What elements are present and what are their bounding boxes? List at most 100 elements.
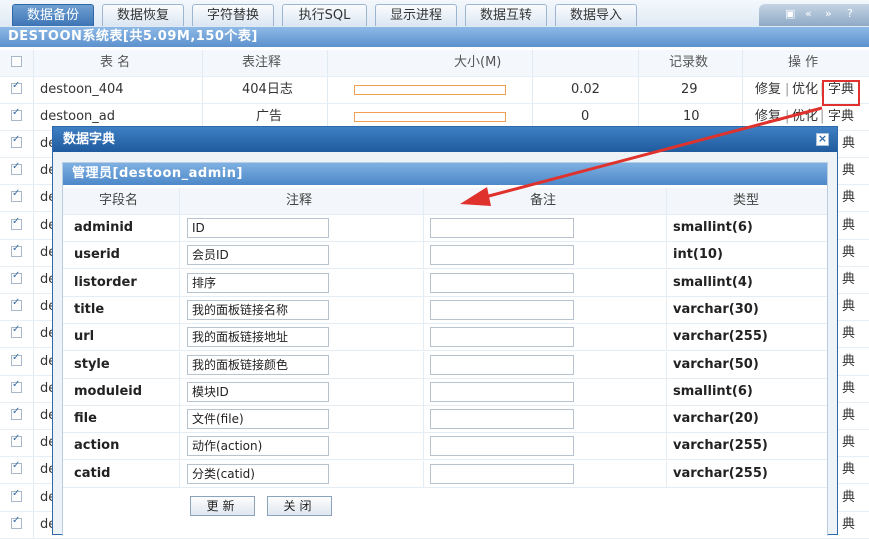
row-checkbox[interactable] [11,107,22,121]
row-checkbox[interactable] [11,243,22,257]
field-type: smallint(6) [673,220,753,235]
tab-execute-sql[interactable]: 执行SQL [282,4,367,26]
repair-link[interactable]: 修复 [755,77,781,103]
comment-input[interactable]: 我的面板链接地址 [187,327,329,348]
field-type: smallint(6) [673,383,753,399]
tables-header-row: 表 名 表注释 大小(M) 记录数 操 作 [0,50,869,77]
row-checkbox[interactable] [11,188,22,203]
dict-link[interactable]: 典 [842,512,855,538]
row-checkbox[interactable] [11,270,22,284]
field-name: title [74,301,105,317]
col-field-name: 字段名 [99,193,139,208]
col-records: 记录数 [669,55,709,70]
dict-link[interactable]: 典 [842,457,855,483]
dict-link[interactable]: 典 [842,131,855,157]
dict-link[interactable]: 典 [842,267,855,293]
row-checkbox[interactable] [11,297,22,312]
note-input[interactable] [430,218,574,238]
note-input[interactable] [430,245,574,266]
table-comment: 404日志 [242,82,293,97]
row-checkbox[interactable] [11,460,22,475]
update-button[interactable]: 更新 [190,496,255,516]
tab-bar: 数据备份 数据恢复 字符替换 执行SQL 显示进程 数据互转 数据导入 ▣ « … [0,0,869,28]
comment-input[interactable]: 排序 [187,272,329,293]
field-row: moduleid 模块ID smallint(6) [63,378,827,406]
comment-input[interactable]: 我的面板链接名称 [187,299,329,320]
row-checkbox[interactable] [11,406,22,420]
tab-show-process[interactable]: 显示进程 [375,4,457,26]
row-checkbox[interactable] [11,515,22,529]
dictionary-table-title: 管理员[destoon_admin] [63,163,827,185]
tab-string-replace[interactable]: 字符替换 [192,4,274,26]
comment-input[interactable]: 分类(catid) [187,463,329,484]
row-checkbox[interactable] [11,324,22,339]
dict-link[interactable]: 典 [842,349,855,375]
col-comment: 注释 [286,193,313,208]
note-input[interactable] [430,299,574,320]
dict-link[interactable]: 典 [842,185,855,211]
dict-link[interactable]: 典 [842,294,855,320]
field-type: varchar(255) [673,329,768,345]
dict-link[interactable]: 典 [842,485,855,511]
dict-link[interactable]: 典 [842,403,855,429]
dict-link[interactable]: 典 [842,321,855,347]
dict-link[interactable]: 典 [842,430,855,456]
comment-input[interactable]: 动作(action) [187,436,329,457]
field-row: adminid ID smallint(6) [63,215,827,242]
field-row: catid 分类(catid) varchar(255) [63,460,827,488]
tab-data-import[interactable]: 数据导入 [555,4,637,26]
note-input[interactable] [430,463,574,484]
comment-input[interactable]: 文件(file) [187,409,329,430]
field-row: url 我的面板链接地址 varchar(255) [63,324,827,352]
dict-link[interactable]: 典 [842,240,855,266]
row-checkbox[interactable] [11,80,22,94]
help-icon[interactable]: ? [847,7,853,20]
col-table-name: 表 名 [100,55,131,70]
row-checkbox[interactable] [11,216,22,230]
optimize-link[interactable]: 优化 [792,77,818,103]
comment-input[interactable]: 模块ID [187,381,329,402]
close-button[interactable]: 关闭 [267,496,332,516]
fields-header-row: 字段名 注释 备注 类型 [63,188,827,215]
note-input[interactable] [430,409,574,430]
dictionary-panel: 管理员[destoon_admin] 字段名 注释 备注 类型 adminid I… [62,162,828,536]
pin-icon[interactable]: ▣ [785,7,795,20]
dict-link[interactable]: 典 [842,376,855,402]
field-row: title 我的面板链接名称 varchar(30) [63,296,827,324]
select-all-checkbox[interactable] [11,56,22,67]
comment-input[interactable]: 会员ID [187,245,329,266]
col-operations: 操 作 [788,55,819,70]
field-name: adminid [74,220,134,235]
close-icon[interactable]: × [816,133,829,146]
row-checkbox[interactable] [11,352,22,366]
field-type: smallint(4) [673,274,753,290]
field-name: listorder [74,274,137,290]
table-size: 0.02 [571,82,600,97]
comment-input[interactable]: ID [187,218,329,238]
dict-link[interactable]: 典 [842,158,855,184]
field-type: varchar(20) [673,411,759,427]
row-checkbox[interactable] [11,488,22,502]
note-input[interactable] [430,354,574,375]
note-input[interactable] [430,272,574,293]
comment-input[interactable]: 我的面板链接颜色 [187,354,329,375]
col-size: 大小(M) [454,55,502,70]
note-input[interactable] [430,327,574,348]
tab-data-convert[interactable]: 数据互转 [465,4,547,26]
dict-link[interactable]: 典 [842,213,855,239]
row-checkbox[interactable] [11,161,22,176]
row-checkbox[interactable] [11,134,22,148]
note-input[interactable] [430,436,574,457]
row-checkbox[interactable] [11,379,22,393]
col-type: 类型 [733,193,760,208]
tab-data-restore[interactable]: 数据恢复 [102,4,184,26]
forward-icon[interactable]: » [825,7,832,20]
tab-data-backup[interactable]: 数据备份 [12,4,94,26]
dialog-title: 数据字典 [53,127,837,152]
size-bar [354,85,506,95]
back-icon[interactable]: « [805,7,812,20]
note-input[interactable] [430,381,574,402]
row-checkbox[interactable] [11,433,22,448]
col-table-comment: 表注释 [242,55,282,70]
field-name: moduleid [74,383,143,399]
